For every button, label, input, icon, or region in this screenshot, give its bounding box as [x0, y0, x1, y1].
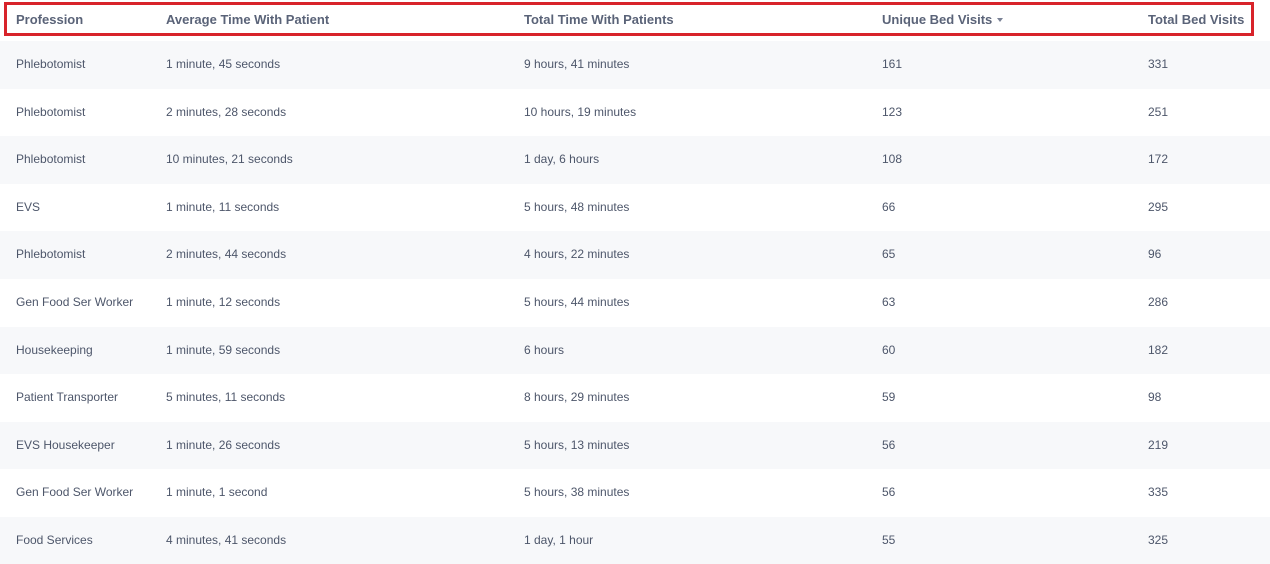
table-header-row: Profession Average Time With Patient Tot…	[4, 2, 1254, 36]
column-header-total-bed-visits[interactable]: Total Bed Visits	[1148, 5, 1244, 35]
cell-total-bed-visits: 295	[1148, 199, 1169, 214]
table-row[interactable]: Food Services 4 minutes, 41 seconds 1 da…	[0, 516, 1270, 564]
column-header-label: Total Bed Visits	[1148, 12, 1245, 27]
cell-unique-bed-visits: 59	[882, 390, 896, 405]
cell-average-time: 1 minute, 1 second	[166, 485, 268, 500]
cell-profession: Housekeeping	[16, 342, 93, 357]
cell-total-bed-visits: 219	[1148, 437, 1169, 452]
cell-profession: Gen Food Ser Worker	[16, 294, 134, 309]
cell-total-bed-visits: 182	[1148, 342, 1169, 357]
cell-profession: Phlebotomist	[16, 104, 86, 119]
cell-total-bed-visits: 325	[1148, 532, 1169, 547]
cell-unique-bed-visits: 65	[882, 247, 896, 262]
table-row[interactable]: Gen Food Ser Worker 1 minute, 1 second 5…	[0, 469, 1270, 517]
cell-total-bed-visits: 98	[1148, 390, 1162, 405]
cell-average-time: 1 minute, 45 seconds	[166, 57, 281, 71]
cell-average-time: 10 minutes, 21 seconds	[166, 152, 293, 167]
cell-profession: Phlebotomist	[16, 57, 86, 71]
cell-total-time: 5 hours, 38 minutes	[524, 485, 630, 500]
cell-total-time: 9 hours, 41 minutes	[524, 57, 630, 71]
cell-profession: Food Services	[16, 532, 93, 547]
cell-total-bed-visits: 331	[1148, 57, 1169, 71]
column-header-label: Profession	[16, 12, 84, 27]
cell-average-time: 2 minutes, 28 seconds	[166, 104, 287, 119]
cell-total-time: 1 day, 6 hours	[524, 152, 600, 167]
cell-unique-bed-visits: 56	[882, 437, 896, 452]
cell-average-time: 5 minutes, 11 seconds	[166, 390, 286, 405]
cell-total-time: 4 hours, 22 minutes	[524, 247, 630, 262]
cell-unique-bed-visits: 63	[882, 294, 896, 309]
cell-total-time: 1 day, 1 hour	[524, 532, 594, 547]
cell-profession: Phlebotomist	[16, 247, 86, 262]
cell-unique-bed-visits: 108	[882, 152, 903, 167]
cell-average-time: 1 minute, 59 seconds	[166, 342, 281, 357]
cell-total-bed-visits: 335	[1148, 485, 1169, 500]
cell-total-bed-visits: 172	[1148, 152, 1169, 167]
cell-total-time: 10 hours, 19 minutes	[524, 104, 637, 119]
column-header-unique-bed-visits[interactable]: Unique Bed Visits	[882, 5, 1004, 35]
table-row[interactable]: Housekeeping 1 minute, 59 seconds 6 hour…	[0, 326, 1270, 375]
cell-average-time: 1 minute, 11 seconds	[166, 199, 280, 214]
cell-average-time: 1 minute, 12 seconds	[166, 294, 281, 309]
table-row[interactable]: Gen Food Ser Worker 1 minute, 12 seconds…	[0, 278, 1270, 327]
table-row[interactable]: Patient Transporter 5 minutes, 11 second…	[0, 374, 1270, 422]
cell-profession: Phlebotomist	[16, 152, 86, 167]
cell-average-time: 4 minutes, 41 seconds	[166, 532, 287, 547]
cell-unique-bed-visits: 161	[882, 57, 903, 71]
table-row[interactable]: Phlebotomist 1 minute, 45 seconds 9 hour…	[0, 41, 1270, 89]
column-header-label: Total Time With Patients	[524, 12, 674, 27]
column-header-label: Average Time With Patient	[166, 12, 330, 27]
cell-unique-bed-visits: 56	[882, 485, 896, 500]
column-header-average-time[interactable]: Average Time With Patient	[166, 5, 329, 35]
data-table: Profession Average Time With Patient Tot…	[0, 0, 1270, 564]
cell-profession: EVS	[16, 199, 41, 214]
table-row[interactable]: EVS 1 minute, 11 seconds 5 hours, 48 min…	[0, 183, 1270, 232]
column-header-profession[interactable]: Profession	[16, 5, 83, 35]
cell-unique-bed-visits: 66	[882, 199, 896, 214]
cell-total-bed-visits: 251	[1148, 104, 1169, 119]
caret-down-icon	[997, 17, 1004, 22]
table-row[interactable]: Phlebotomist 2 minutes, 44 seconds 4 hou…	[0, 231, 1270, 279]
table-row[interactable]: EVS Housekeeper 1 minute, 26 seconds 5 h…	[0, 421, 1270, 470]
cell-total-time: 8 hours, 29 minutes	[524, 390, 630, 405]
cell-unique-bed-visits: 123	[882, 104, 903, 119]
cell-profession: EVS Housekeeper	[16, 437, 115, 452]
cell-total-time: 5 hours, 13 minutes	[524, 437, 630, 452]
cell-average-time: 2 minutes, 44 seconds	[166, 247, 287, 262]
cell-average-time: 1 minute, 26 seconds	[166, 437, 281, 452]
table-row[interactable]: Phlebotomist 10 minutes, 21 seconds 1 da…	[0, 136, 1270, 184]
cell-unique-bed-visits: 60	[882, 342, 896, 357]
cell-profession: Patient Transporter	[16, 390, 119, 405]
table-body: Phlebotomist 1 minute, 45 seconds 9 hour…	[0, 41, 1270, 564]
table-row[interactable]: Phlebotomist 2 minutes, 28 seconds 10 ho…	[0, 88, 1270, 137]
cell-profession: Gen Food Ser Worker	[16, 485, 134, 500]
column-header-label: Unique Bed Visits	[882, 12, 993, 27]
cell-total-time: 6 hours	[524, 342, 565, 357]
cell-total-bed-visits: 286	[1148, 294, 1169, 309]
column-header-total-time[interactable]: Total Time With Patients	[524, 5, 674, 35]
cell-total-bed-visits: 96	[1148, 247, 1162, 262]
cell-total-time: 5 hours, 44 minutes	[524, 294, 630, 309]
cell-unique-bed-visits: 55	[882, 532, 896, 547]
cell-total-time: 5 hours, 48 minutes	[524, 199, 630, 214]
